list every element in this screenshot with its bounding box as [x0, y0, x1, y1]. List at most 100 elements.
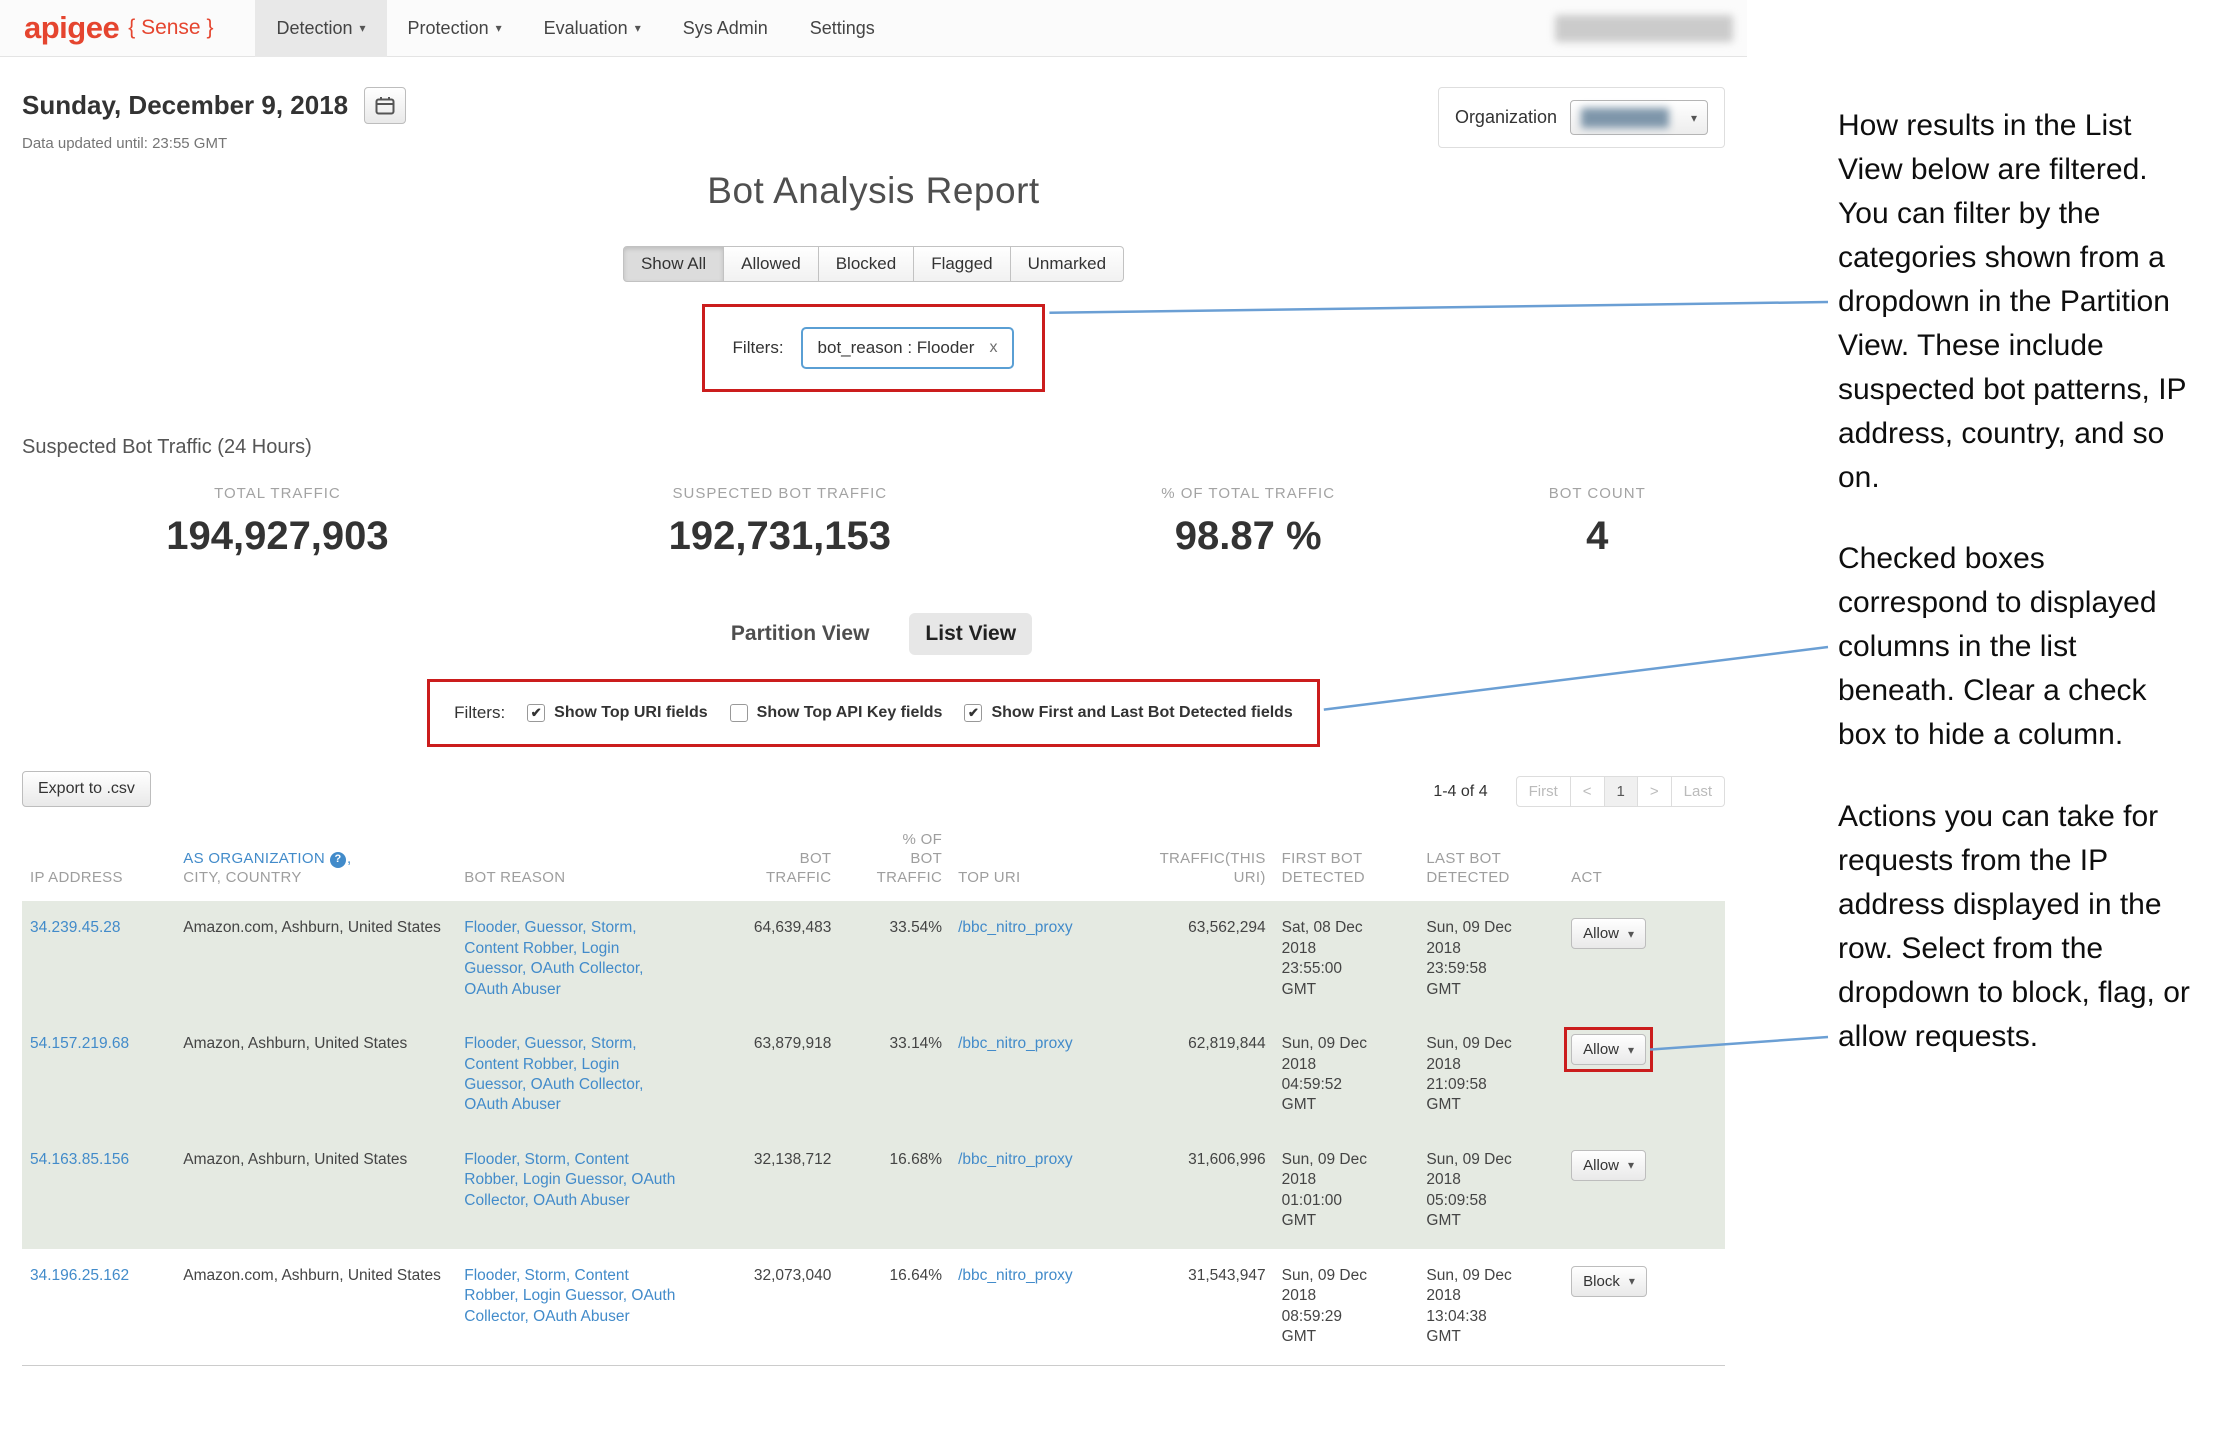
tab-list-view[interactable]: List View: [909, 613, 1032, 655]
view-tabs: Partition View List View: [22, 613, 1725, 655]
pct-bot-traffic-cell: 16.64%: [839, 1249, 950, 1365]
pagination-buttons: First < 1 > Last: [1516, 776, 1725, 807]
tab-partition-view[interactable]: Partition View: [715, 613, 885, 655]
bot-reason-cell: Flooder, Guessor, Storm, Content Robber,…: [456, 1017, 686, 1133]
nav-item-evaluation[interactable]: Evaluation ▾: [523, 0, 662, 57]
tab-flagged[interactable]: Flagged: [914, 246, 1010, 282]
user-account-redacted[interactable]: [1555, 15, 1733, 42]
page-title: Bot Analysis Report: [22, 170, 1725, 212]
action-dropdown[interactable]: Allow ▾: [1571, 1150, 1646, 1181]
ip-address-link[interactable]: 54.163.85.156: [30, 1151, 129, 1168]
top-uri-link[interactable]: /bbc_nitro_proxy: [958, 919, 1073, 936]
checkbox-label: Show Top URI fields: [554, 704, 707, 722]
col-bot-traffic[interactable]: BOT TRAFFIC: [686, 823, 839, 901]
act-cell: Block ▾: [1563, 1249, 1725, 1365]
col-top-uri[interactable]: TOP URI: [950, 823, 1129, 901]
pagination-last[interactable]: Last: [1672, 776, 1725, 807]
organization-dropdown[interactable]: ▾: [1570, 100, 1708, 135]
stat-suspected-bot-traffic: SUSPECTED BOT TRAFFIC 192,731,153: [533, 485, 1027, 559]
checkbox-checked: ✔: [527, 704, 545, 722]
ip-address-link[interactable]: 34.239.45.28: [30, 919, 121, 936]
stat-pct-total-traffic: % OF TOTAL TRAFFIC 98.87 %: [1027, 485, 1470, 559]
stat-label: % OF TOTAL TRAFFIC: [1027, 485, 1470, 502]
pagination-page-1[interactable]: 1: [1605, 776, 1638, 807]
act-cell: Allow ▾: [1563, 1017, 1725, 1133]
pagination-range: 1-4 of 4: [1433, 783, 1487, 801]
tab-show-all[interactable]: Show All: [623, 246, 724, 282]
action-label: Allow: [1583, 1157, 1619, 1174]
ip-address-link[interactable]: 54.157.219.68: [30, 1035, 129, 1052]
first-bot-detected-cell: Sun, 09 Dec 2018 01:01:00 GMT: [1274, 1133, 1419, 1249]
bot-reason-links[interactable]: Flooder, Guessor, Storm, Content Robber,…: [464, 1035, 643, 1113]
suspected-bot-traffic-heading: Suspected Bot Traffic (24 Hours): [22, 436, 1725, 459]
action-dropdown[interactable]: Allow ▾: [1571, 1034, 1646, 1065]
nav-item-protection[interactable]: Protection ▾: [387, 0, 523, 57]
top-uri-link[interactable]: /bbc_nitro_proxy: [958, 1267, 1073, 1284]
nav-item-settings[interactable]: Settings: [789, 0, 896, 57]
col-traffic-this-uri[interactable]: TRAFFIC(THIS URI): [1129, 823, 1274, 901]
pct-bot-traffic-cell: 33.54%: [839, 901, 950, 1017]
checkbox-show-first-last-bot-detected-fields[interactable]: ✔ Show First and Last Bot Detected field…: [964, 704, 1292, 722]
organization-name-redacted: [1581, 108, 1669, 128]
table-controls: Export to .csv 1-4 of 4 First < 1 > Last: [22, 771, 1725, 807]
remove-filter-icon[interactable]: x: [989, 339, 997, 357]
ip-address-cell: 34.239.45.28: [22, 901, 175, 1017]
tab-unmarked[interactable]: Unmarked: [1011, 246, 1124, 282]
top-uri-cell: /bbc_nitro_proxy: [950, 1249, 1129, 1365]
col-act[interactable]: ACT: [1563, 823, 1725, 901]
top-uri-link[interactable]: /bbc_nitro_proxy: [958, 1151, 1073, 1168]
export-csv-button[interactable]: Export to .csv: [22, 771, 151, 807]
checkbox-show-top-uri-fields[interactable]: ✔ Show Top URI fields: [527, 704, 707, 722]
nav-item-label: Protection: [408, 18, 489, 39]
caret-down-icon: ▾: [1629, 1274, 1635, 1288]
tab-blocked[interactable]: Blocked: [819, 246, 914, 282]
bot-reason-links[interactable]: Flooder, Guessor, Storm, Content Robber,…: [464, 919, 643, 997]
caret-down-icon: ▾: [360, 21, 366, 35]
filter-tag-bot-reason[interactable]: bot_reason : Flooder x: [801, 327, 1015, 369]
bot-reason-links[interactable]: Flooder, Storm, Content Robber, Login Gu…: [464, 1151, 675, 1209]
calendar-icon: [375, 96, 395, 115]
info-icon[interactable]: ?: [330, 852, 346, 868]
action-dropdown[interactable]: Allow ▾: [1571, 918, 1646, 949]
col-as-organization[interactable]: AS ORGANIZATION?,CITY, COUNTRY: [175, 823, 456, 901]
pagination-next[interactable]: >: [1638, 776, 1672, 807]
caret-down-icon: ▾: [1691, 111, 1697, 125]
traffic-this-uri-cell: 31,606,996: [1129, 1133, 1274, 1249]
col-pct-bot-traffic[interactable]: % OF BOT TRAFFIC: [839, 823, 950, 901]
nav-item-label: Settings: [810, 18, 875, 39]
bot-reason-cell: Flooder, Guessor, Storm, Content Robber,…: [456, 901, 686, 1017]
traffic-this-uri-cell: 31,543,947: [1129, 1249, 1274, 1365]
nav-item-sys-admin[interactable]: Sys Admin: [662, 0, 789, 57]
pagination-prev[interactable]: <: [1571, 776, 1605, 807]
top-uri-link[interactable]: /bbc_nitro_proxy: [958, 1035, 1073, 1052]
checkbox-show-top-api-key-fields[interactable]: Show Top API Key fields: [730, 704, 943, 722]
apigee-logo[interactable]: apigee: [24, 10, 119, 46]
table-row: 34.196.25.162 Amazon.com, Ashburn, Unite…: [22, 1249, 1725, 1365]
col-bot-reason[interactable]: BOT REASON: [456, 823, 686, 901]
bot-traffic-cell: 32,073,040: [686, 1249, 839, 1365]
bot-reason-cell: Flooder, Storm, Content Robber, Login Gu…: [456, 1249, 686, 1365]
action-dropdown[interactable]: Block ▾: [1571, 1266, 1647, 1297]
last-bot-detected-cell: Sun, 09 Dec 2018 05:09:58 GMT: [1418, 1133, 1563, 1249]
stat-value: 98.87 %: [1027, 514, 1470, 559]
calendar-button[interactable]: [364, 87, 406, 124]
tab-allowed[interactable]: Allowed: [724, 246, 819, 282]
col-last-bot-detected[interactable]: LAST BOT DETECTED: [1418, 823, 1563, 901]
filters-label: Filters:: [454, 703, 505, 723]
check-icon: ✔: [531, 705, 542, 721]
bot-reason-links[interactable]: Flooder, Storm, Content Robber, Login Gu…: [464, 1267, 675, 1325]
first-bot-detected-cell: Sun, 09 Dec 2018 04:59:52 GMT: [1274, 1017, 1419, 1133]
bot-traffic-cell: 32,138,712: [686, 1133, 839, 1249]
pagination: 1-4 of 4 First < 1 > Last: [1433, 776, 1725, 807]
pagination-first[interactable]: First: [1516, 776, 1571, 807]
top-uri-cell: /bbc_nitro_proxy: [950, 901, 1129, 1017]
nav-item-detection[interactable]: Detection ▾: [255, 0, 386, 57]
col-first-bot-detected[interactable]: FIRST BOT DETECTED: [1274, 823, 1419, 901]
check-icon: ✔: [968, 705, 979, 721]
report-date: Sunday, December 9, 2018: [22, 90, 348, 121]
ip-address-link[interactable]: 34.196.25.162: [30, 1267, 129, 1284]
col-ip-address[interactable]: IP ADDRESS: [22, 823, 175, 901]
nav-item-label: Sys Admin: [683, 18, 768, 39]
stats-row: TOTAL TRAFFIC 194,927,903 SUSPECTED BOT …: [22, 485, 1725, 559]
act-cell: Allow ▾: [1563, 1133, 1725, 1249]
